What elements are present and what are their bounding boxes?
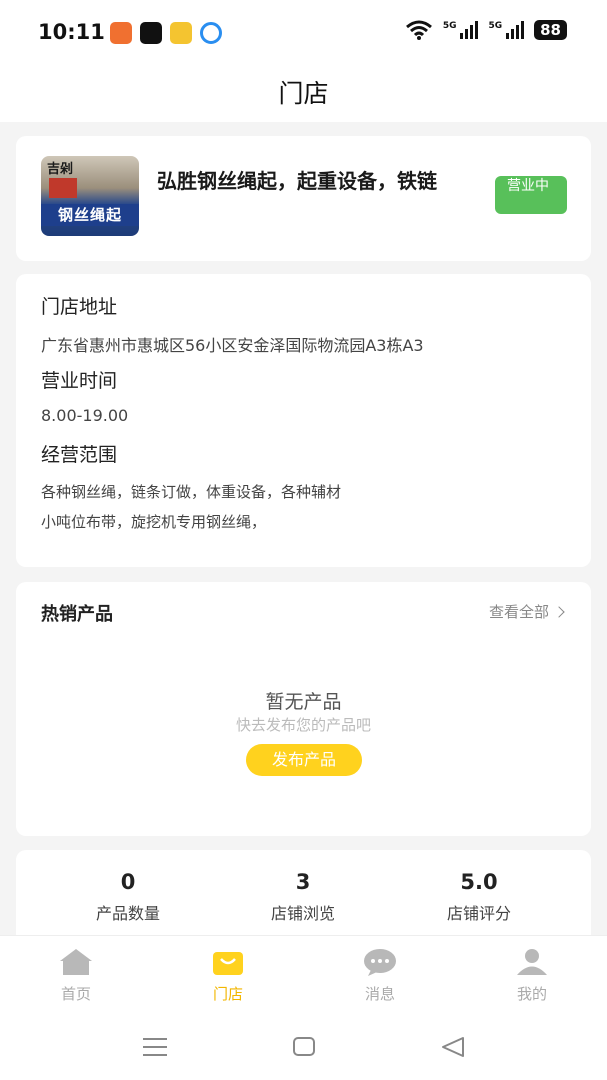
stat-label: 产品数量 — [95, 904, 160, 923]
tab-label: 我的 — [516, 985, 547, 1003]
bottom-tab-bar: 首页 门店 消息 我的 — [0, 935, 607, 1010]
hot-products-title: 热销产品 — [41, 604, 113, 625]
address-value: 广东省惠州市惠城区56小区安金泽国际物流园A3栋A3 — [41, 336, 424, 355]
publish-product-button[interactable]: 发布产品 — [246, 744, 362, 776]
scope-label: 经营范围 — [41, 444, 118, 466]
browser-app-icon — [200, 22, 222, 44]
wifi-icon — [405, 20, 432, 40]
notes-app-icon — [170, 22, 192, 44]
status-badge: 营业中 — [495, 176, 567, 214]
store-info-card: 门店地址 广东省惠州市惠城区56小区安金泽国际物流园A3栋A3 营业时间 8.0… — [16, 274, 591, 567]
back-triangle-icon[interactable] — [440, 1035, 466, 1059]
store-name: 弘胜钢丝绳起，起重设备，铁链 — [157, 169, 437, 193]
view-all-link[interactable]: 查看全部 — [488, 601, 565, 622]
store-photo[interactable]: 吉剁 钢丝绳起 — [41, 156, 139, 236]
battery-indicator: 88 — [534, 20, 567, 40]
stat-value: 0 — [120, 870, 136, 894]
tab-store[interactable]: 门店 — [188, 948, 268, 1004]
stat-label: 店铺浏览 — [270, 904, 335, 923]
view-all-label: 查看全部 — [488, 603, 549, 621]
status-time: 10:11 — [38, 20, 105, 44]
hours-value: 8.00-19.00 — [41, 406, 129, 425]
signal-icon-2: 5G — [488, 21, 525, 39]
app-notification-icon — [110, 22, 132, 44]
nav-bar: 门店 — [0, 64, 607, 122]
system-navigation-bar — [0, 1010, 607, 1080]
store-bag-icon — [213, 952, 243, 975]
status-indicators: 5G 5G 88 — [405, 20, 567, 40]
store-photo-sign-top: 吉剁 — [47, 162, 74, 177]
tab-messages[interactable]: 消息 — [340, 948, 420, 1004]
stat-product-count: 0 产品数量 — [38, 870, 218, 924]
signal-icon: 5G — [443, 21, 479, 39]
home-icon — [60, 949, 92, 975]
stat-value: 5.0 — [460, 870, 498, 894]
stat-store-rating: 5.0 店铺评分 — [389, 870, 569, 924]
network-label-2: 5G — [488, 21, 503, 31]
stat-store-views: 3 店铺浏览 — [213, 870, 393, 924]
hot-products-card: 热销产品 查看全部 暂无产品 快去发布您的产品吧 发布产品 — [16, 582, 591, 836]
tab-home[interactable]: 首页 — [36, 948, 116, 1004]
store-photo-sign: 钢丝绳起 — [41, 204, 139, 226]
tab-label: 首页 — [60, 985, 91, 1003]
notification-icons — [110, 22, 222, 44]
network-label: 5G — [442, 21, 457, 31]
scope-line-2: 小吨位布带，旋挖机专用钢丝绳， — [41, 513, 267, 531]
tiktok-icon — [140, 22, 162, 44]
hours-label: 营业时间 — [41, 370, 118, 392]
message-icon — [364, 949, 396, 976]
address-label: 门店地址 — [41, 296, 118, 318]
tab-label: 门店 — [212, 985, 243, 1003]
tab-label: 消息 — [364, 985, 395, 1003]
menu-icon[interactable] — [142, 1036, 168, 1058]
home-square-icon[interactable] — [292, 1036, 316, 1058]
status-bar: 10:11 5G 5G 88 — [0, 0, 607, 64]
store-card[interactable]: 吉剁 钢丝绳起 弘胜钢丝绳起，起重设备，铁链 营业中 — [16, 136, 591, 261]
user-icon — [517, 949, 547, 975]
empty-state-title: 暂无产品 — [265, 691, 342, 713]
page-title: 门店 — [278, 79, 329, 108]
store-photo-red-sign — [49, 178, 77, 198]
scope-line-1: 各种钢丝绳，链条订做，体重设备，各种辅材 — [41, 483, 342, 501]
stat-value: 3 — [295, 870, 311, 894]
chevron-right-icon — [553, 605, 565, 618]
tab-profile[interactable]: 我的 — [492, 948, 572, 1004]
empty-state-subtitle: 快去发布您的产品吧 — [235, 716, 371, 734]
stat-label: 店铺评分 — [446, 904, 511, 923]
